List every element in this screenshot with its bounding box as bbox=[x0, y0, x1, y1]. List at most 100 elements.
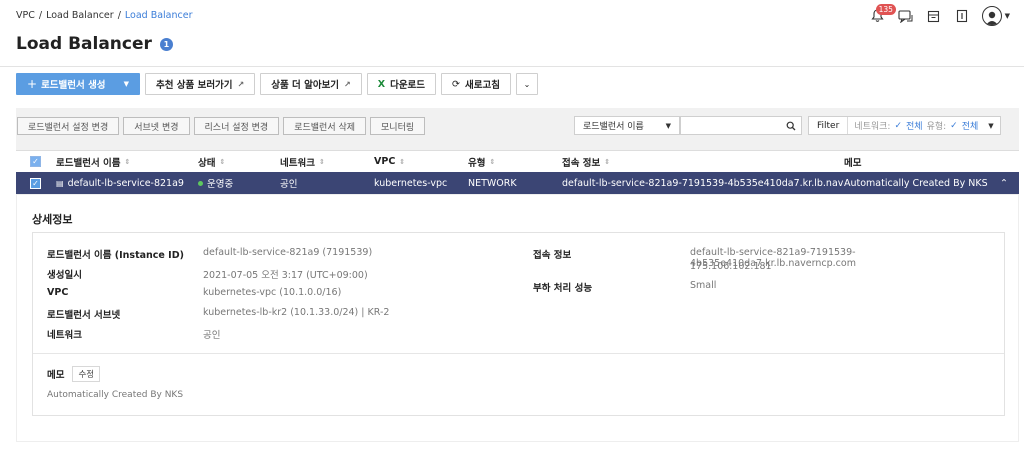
learn-more-button[interactable]: 상품 더 알아보기 ↗ bbox=[260, 73, 362, 95]
header-checkbox-cell: ✓ bbox=[16, 156, 56, 167]
row-checkbox[interactable]: ✓ bbox=[30, 177, 41, 189]
user-menu[interactable]: ▼ bbox=[981, 6, 1010, 26]
detail-key-created: 생성일시 bbox=[47, 270, 82, 281]
breadcrumb-vpc[interactable]: VPC bbox=[16, 10, 35, 21]
breadcrumb-current[interactable]: Load Balancer bbox=[125, 10, 193, 21]
detail-value-name: default-lb-service-821a9 (7191539) bbox=[203, 247, 373, 258]
breadcrumb-separator: / bbox=[117, 10, 121, 21]
col-status-label: 상태 bbox=[198, 157, 216, 169]
col-name[interactable]: 로드밸런서 이름 ⇕ bbox=[56, 155, 198, 169]
table-row[interactable]: ✓ ▤ default-lb-service-821a9 운영중 공인 kube… bbox=[16, 172, 1019, 194]
detail-key-vpc: VPC bbox=[47, 287, 69, 298]
col-vpc[interactable]: VPC ⇕ bbox=[374, 156, 468, 167]
help-badge-icon[interactable]: 1 bbox=[159, 37, 173, 51]
sort-icon: ⇕ bbox=[489, 157, 496, 166]
col-network[interactable]: 네트워크 ⇕ bbox=[280, 155, 374, 169]
check-icon: ✓ bbox=[894, 120, 902, 131]
notification-badge: 135 bbox=[875, 4, 896, 15]
change-listener-button[interactable]: 리스너 설정 변경 bbox=[193, 117, 280, 135]
memo-text: Automatically Created By NKS bbox=[47, 390, 184, 400]
detail-key-subnet: 로드밸런서 서브넷 bbox=[47, 310, 121, 321]
divider bbox=[0, 66, 1024, 67]
col-status[interactable]: 상태 ⇕ bbox=[198, 155, 280, 169]
top-icons: 135 ▼ bbox=[870, 4, 1010, 26]
download-label: 다운로드 bbox=[390, 80, 426, 91]
type-filter-label: 유형: bbox=[926, 122, 947, 132]
detail-value-performance: Small bbox=[690, 280, 717, 291]
breadcrumb-load-balancer[interactable]: Load Balancer bbox=[46, 10, 114, 21]
delete-lb-button[interactable]: 로드밸런서 삭제 bbox=[283, 117, 367, 135]
filter-values: 네트워크: ✓ 전체 유형: ✓ 전체 ▼ bbox=[848, 119, 999, 133]
search-input[interactable] bbox=[680, 116, 802, 135]
search-filter-area: 로드밸런서 이름 ▼ Filter 네트워크: ✓ 전체 유형: ✓ 전체 ▼ bbox=[574, 116, 1001, 135]
change-subnet-button[interactable]: 서브넷 변경 bbox=[123, 117, 190, 135]
refresh-label: 새로고침 bbox=[465, 80, 500, 91]
search-icon[interactable] bbox=[786, 121, 796, 131]
caret-down-icon: ▼ bbox=[123, 80, 129, 88]
change-lb-settings-button[interactable]: 로드밸런서 설정 변경 bbox=[17, 117, 120, 135]
network-filter-label: 네트워크: bbox=[854, 122, 891, 132]
sort-icon: ⇕ bbox=[318, 157, 325, 166]
detail-key-network: 네트워크 bbox=[47, 330, 82, 341]
learn-more-label: 상품 더 알아보기 bbox=[271, 80, 340, 91]
filter-box[interactable]: Filter 네트워크: ✓ 전체 유형: ✓ 전체 ▼ bbox=[808, 116, 1001, 135]
check-icon: ✓ bbox=[950, 120, 958, 131]
cell-type: NETWORK bbox=[468, 177, 517, 189]
col-vpc-label: VPC bbox=[374, 156, 396, 167]
action-toolbar: + 로드밸런서 생성 ▼ 추천 상품 보러가기 ↗ 상품 더 알아보기 ↗ X … bbox=[16, 73, 538, 95]
archive-icon[interactable] bbox=[926, 8, 942, 24]
col-network-label: 네트워크 bbox=[280, 157, 315, 169]
lb-status: 운영중 bbox=[207, 179, 234, 190]
page-title: Load Balancer bbox=[16, 34, 152, 54]
create-load-balancer-button[interactable]: + 로드밸런서 생성 ▼ bbox=[16, 73, 140, 95]
detail-key-name: 로드밸런서 이름 (Instance ID) bbox=[47, 250, 184, 261]
col-memo: 메모 bbox=[844, 155, 994, 169]
cell-access: default-lb-service-821a9-7191539-4b535e4… bbox=[562, 177, 844, 189]
detail-key-performance: 부하 처리 성능 bbox=[533, 283, 593, 294]
excel-icon: X bbox=[377, 78, 386, 90]
document-icon[interactable] bbox=[954, 8, 970, 24]
sort-icon: ⇕ bbox=[399, 157, 406, 166]
cell-name: ▤ default-lb-service-821a9 bbox=[56, 178, 198, 189]
table-header: ✓ 로드밸런서 이름 ⇕ 상태 ⇕ 네트워크 ⇕ VPC ⇕ 유형 ⇕ 접속 정보 ⇕ 메모 bbox=[16, 150, 1019, 172]
detail-title: 상세정보 bbox=[32, 213, 73, 226]
cell-network: 공인 bbox=[280, 179, 298, 190]
col-memo-label: 메모 bbox=[844, 157, 862, 169]
col-type[interactable]: 유형 ⇕ bbox=[468, 155, 562, 169]
col-access-label: 접속 정보 bbox=[562, 157, 601, 169]
select-value: 로드밸런서 이름 bbox=[583, 122, 644, 132]
detail-value-subnet: kubernetes-lb-kr2 (10.1.33.0/24) | KR-2 bbox=[203, 307, 390, 318]
cell-vpc: kubernetes-vpc bbox=[374, 177, 448, 189]
caret-down-icon: ▼ bbox=[665, 121, 671, 130]
detail-panel: 상세정보 로드밸런서 이름 (Instance ID) default-lb-s… bbox=[16, 194, 1019, 442]
refresh-button[interactable]: ⟳ 새로고침 bbox=[441, 73, 511, 95]
select-all-checkbox[interactable]: ✓ bbox=[30, 156, 41, 167]
detail-divider bbox=[33, 353, 1004, 354]
database-icon: ▤ bbox=[56, 178, 64, 188]
lb-table: ✓ 로드밸런서 이름 ⇕ 상태 ⇕ 네트워크 ⇕ VPC ⇕ 유형 ⇕ 접속 정보 ⇕ 메모… bbox=[16, 150, 1019, 194]
monitoring-button[interactable]: 모니터링 bbox=[370, 117, 426, 135]
detail-value-network: 공인 bbox=[203, 330, 221, 341]
more-button[interactable]: ⌄ bbox=[515, 73, 538, 95]
sort-icon: ⇕ bbox=[604, 157, 611, 166]
edit-memo-button[interactable]: 수정 bbox=[72, 366, 101, 382]
cell-memo: Automatically Created By NKS bbox=[844, 177, 988, 189]
download-button[interactable]: X 다운로드 bbox=[366, 73, 437, 95]
col-name-label: 로드밸런서 이름 bbox=[56, 157, 121, 169]
recommend-button[interactable]: 추천 상품 보러가기 ↗ bbox=[145, 73, 256, 95]
refresh-icon: ⟳ bbox=[452, 78, 461, 90]
chevron-down-icon: ⌄ bbox=[523, 79, 531, 89]
col-type-label: 유형 bbox=[468, 157, 486, 169]
chat-icon[interactable] bbox=[898, 8, 914, 24]
sort-icon: ⇕ bbox=[219, 157, 226, 166]
col-access[interactable]: 접속 정보 ⇕ bbox=[562, 155, 844, 169]
filter-label: Filter bbox=[809, 117, 849, 134]
search-field-select[interactable]: 로드밸런서 이름 ▼ bbox=[574, 116, 680, 135]
network-filter-value: 전체 bbox=[906, 122, 923, 132]
title-row: Load Balancer 1 bbox=[16, 34, 173, 54]
caret-down-icon: ▼ bbox=[988, 121, 994, 130]
bell-icon[interactable]: 135 bbox=[870, 4, 896, 24]
row-checkbox-cell: ✓ bbox=[16, 177, 56, 189]
chevron-up-icon[interactable]: ⌃ bbox=[989, 178, 1019, 189]
lb-name: default-lb-service-821a9 bbox=[67, 177, 184, 189]
